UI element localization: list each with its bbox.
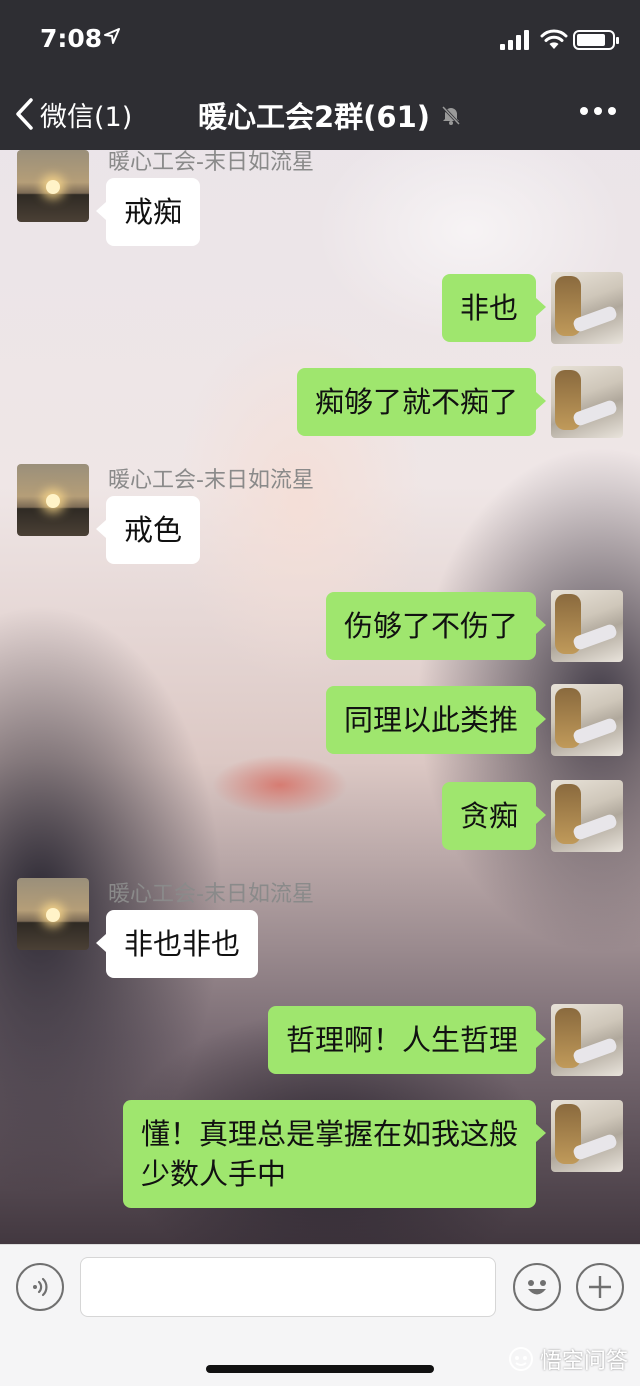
message-bubble-incoming[interactable]: 非也非也: [95, 910, 259, 978]
message-bubble-outgoing[interactable]: 非也: [441, 274, 547, 342]
sender-avatar[interactable]: [17, 878, 89, 950]
more-icon[interactable]: [580, 104, 616, 118]
voice-button[interactable]: [16, 1263, 64, 1311]
home-indicator: [206, 1365, 434, 1373]
message-bubble-outgoing[interactable]: 伤够了不伤了: [325, 592, 547, 660]
sender-name: 暖心工会-末日如流星: [108, 468, 314, 493]
message-input[interactable]: [80, 1257, 496, 1317]
chat-area[interactable]: 暖心工会-末日如流星 戒痴 非也 痴够了就不痴了 暖心工会-末日如流星 戒色 伤…: [0, 150, 640, 1244]
my-avatar[interactable]: [551, 272, 623, 344]
my-avatar[interactable]: [551, 590, 623, 662]
sender-name: 暖心工会-末日如流星: [108, 150, 314, 175]
signal-icon: [500, 30, 529, 50]
plus-button[interactable]: [576, 1263, 624, 1311]
message-bubble-outgoing[interactable]: 贪痴: [441, 782, 547, 850]
message-line: 懂！真理总是掌握在如我这般: [140, 1117, 518, 1151]
emoji-button[interactable]: [513, 1263, 561, 1311]
location-arrow-icon: [104, 28, 120, 44]
chat-title: 暖心工会2群(61): [197, 100, 431, 134]
top-bar: 7:08 微信(1) 暖心工会2群(61): [0, 0, 640, 150]
battery-icon: [573, 30, 619, 50]
message-bubble-outgoing[interactable]: 同理以此类推: [325, 686, 547, 754]
my-avatar[interactable]: [551, 366, 623, 438]
voice-icon: [33, 1277, 48, 1297]
sender-avatar[interactable]: [17, 150, 89, 222]
plus-icon: [589, 1276, 611, 1298]
mute-bell-icon: [441, 105, 461, 126]
watermark: 悟空问答: [508, 1343, 628, 1375]
message-bubble-outgoing[interactable]: 懂！真理总是掌握在如我这般 少数人手中: [122, 1100, 547, 1208]
my-avatar[interactable]: [551, 1004, 623, 1076]
message-bubble-outgoing[interactable]: 哲理啊！人生哲理: [267, 1006, 547, 1074]
my-avatar[interactable]: [551, 780, 623, 852]
chat-title-container: 暖心工会2群(61): [0, 94, 640, 136]
status-time: 7:08: [40, 24, 103, 53]
wifi-icon: [540, 29, 568, 49]
message-bubble-outgoing[interactable]: 痴够了就不痴了: [296, 368, 547, 436]
watermark-text: 悟空问答: [539, 1349, 628, 1374]
message-line: 少数人手中: [140, 1157, 286, 1191]
emoji-icon: [528, 1280, 546, 1295]
my-avatar[interactable]: [551, 684, 623, 756]
input-bar: 悟空问答: [0, 1244, 640, 1386]
sender-avatar[interactable]: [17, 464, 89, 536]
message-bubble-incoming[interactable]: 戒色: [95, 496, 201, 564]
wukong-logo-icon: [508, 1347, 533, 1371]
sender-name: 暖心工会-末日如流星: [108, 882, 314, 907]
my-avatar[interactable]: [551, 1100, 623, 1172]
message-bubble-incoming[interactable]: 戒痴: [95, 178, 201, 246]
